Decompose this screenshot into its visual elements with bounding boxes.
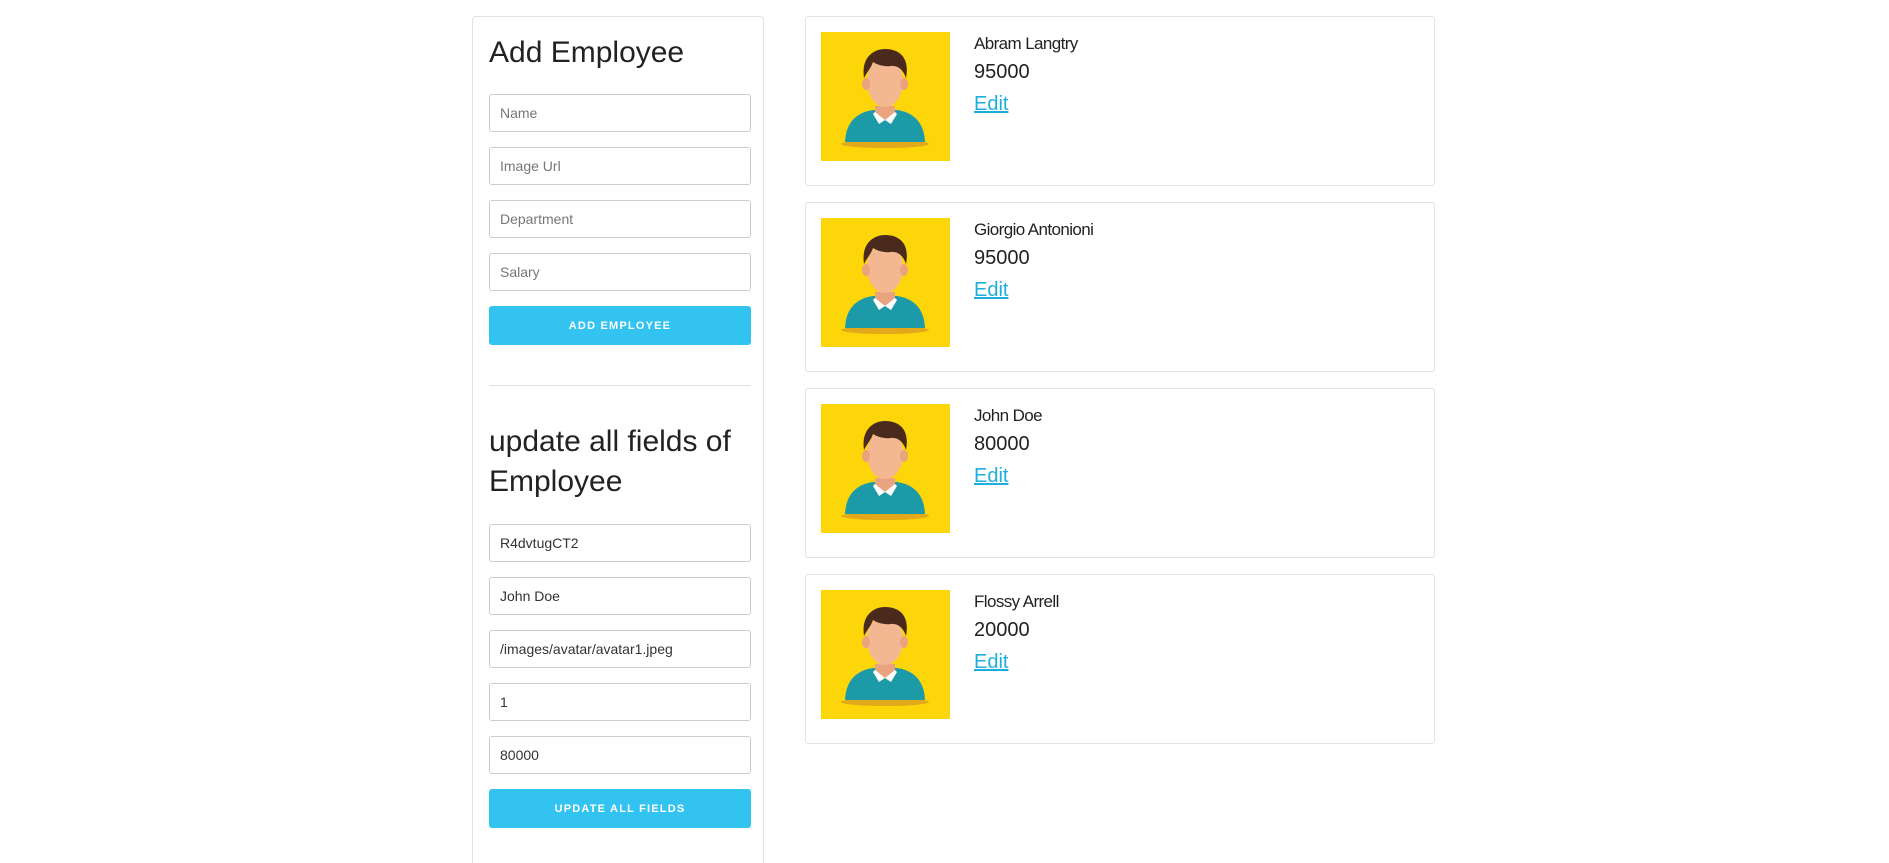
employee-card: Abram Langtry 95000 Edit <box>805 16 1435 186</box>
form-panel: Add Employee Add Employee update all fie… <box>472 16 764 863</box>
avatar-image <box>821 404 950 533</box>
name-input[interactable] <box>489 94 751 132</box>
update-image-url-input[interactable] <box>489 630 751 668</box>
person-icon <box>841 607 929 706</box>
add-employee-button[interactable]: Add Employee <box>489 306 751 345</box>
employee-name: Flossy Arrell <box>974 592 1059 611</box>
employee-salary: 20000 <box>974 619 1030 641</box>
update-all-fields-button[interactable]: Update All Fields <box>489 789 751 828</box>
employee-card: Flossy Arrell 20000 Edit <box>805 574 1435 744</box>
employee-salary: 80000 <box>974 433 1030 455</box>
edit-link[interactable]: Edit <box>974 464 1008 488</box>
employee-salary: 95000 <box>974 61 1030 83</box>
update-name-input[interactable] <box>489 577 751 615</box>
edit-link[interactable]: Edit <box>974 92 1008 116</box>
image-url-input[interactable] <box>489 147 751 185</box>
update-department-input[interactable] <box>489 683 751 721</box>
update-salary-input[interactable] <box>489 736 751 774</box>
form-divider <box>489 385 751 386</box>
employee-card: Giorgio Antonioni 95000 Edit <box>805 202 1435 372</box>
employee-name: Abram Langtry <box>974 34 1078 53</box>
update-id-input[interactable] <box>489 524 751 562</box>
employee-list: Abram Langtry 95000 Edit Giorgio Antonio… <box>805 16 1435 760</box>
person-icon <box>841 235 929 334</box>
person-icon <box>841 421 929 520</box>
employee-info: Abram Langtry 95000 Edit <box>974 33 1078 116</box>
employee-info: John Doe 80000 Edit <box>974 405 1043 488</box>
employee-name: Giorgio Antonioni <box>974 220 1094 239</box>
page: Add Employee Add Employee update all fie… <box>0 0 1889 863</box>
avatar-image <box>821 218 950 347</box>
edit-link[interactable]: Edit <box>974 650 1008 674</box>
department-input[interactable] <box>489 200 751 238</box>
add-employee-title: Add Employee <box>489 36 685 69</box>
employee-card: John Doe 80000 Edit <box>805 388 1435 558</box>
employee-info: Giorgio Antonioni 95000 Edit <box>974 219 1094 302</box>
edit-link[interactable]: Edit <box>974 278 1008 302</box>
salary-input[interactable] <box>489 253 751 291</box>
person-icon <box>841 49 929 148</box>
avatar-image <box>821 590 950 719</box>
avatar-image <box>821 32 950 161</box>
employee-info: Flossy Arrell 20000 Edit <box>974 591 1059 674</box>
update-employee-title: update all fields of Employee <box>489 425 731 498</box>
employee-name: John Doe <box>974 406 1043 425</box>
employee-salary: 95000 <box>974 247 1030 269</box>
